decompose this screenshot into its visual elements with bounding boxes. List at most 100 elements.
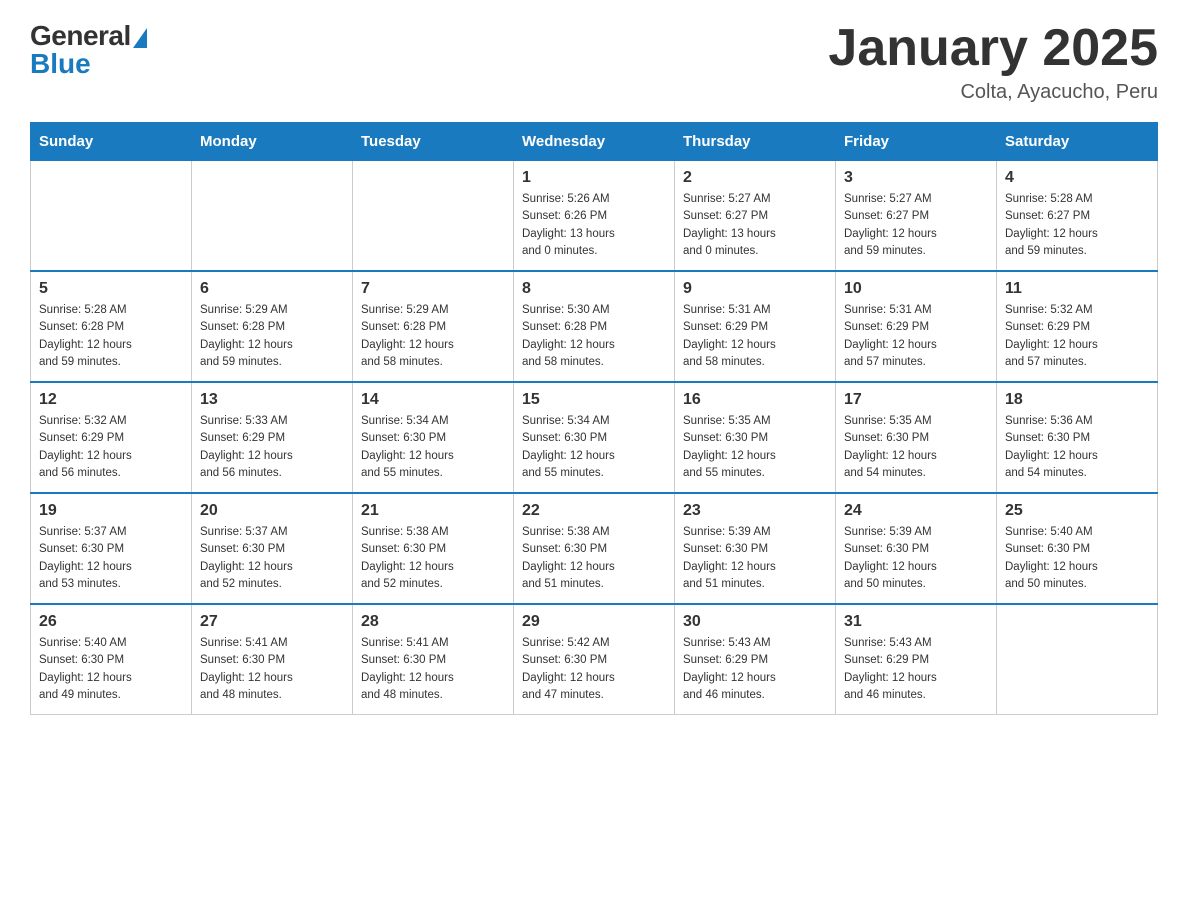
calendar-cell: 6 Sunrise: 5:29 AM Sunset: 6:28 PM Daylig… [192, 271, 353, 382]
day-number: 3 [844, 169, 988, 187]
calendar-week-row: 26 Sunrise: 5:40 AM Sunset: 6:30 PM Dayli… [31, 604, 1158, 715]
day-info: Sunrise: 5:27 AM Sunset: 6:27 PM Dayligh… [683, 191, 827, 260]
day-info: Sunrise: 5:29 AM Sunset: 6:28 PM Dayligh… [361, 302, 505, 371]
day-number: 29 [522, 613, 666, 631]
day-number: 21 [361, 502, 505, 520]
calendar-cell: 7Sunrise: 5:29 AM Sunset: 6:28 PM Daylig… [353, 271, 514, 382]
day-info: Sunrise: 5:40 AM Sunset: 6:30 PM Dayligh… [39, 635, 183, 704]
calendar-cell: 31Sunrise: 5:43 AM Sunset: 6:29 PM Dayli… [836, 604, 997, 715]
day-number: 30 [683, 613, 827, 631]
calendar-cell: 17 Sunrise: 5:35 AM Sunset: 6:30 PM Dayli… [836, 382, 997, 493]
calendar-cell: 25Sunrise: 5:40 AM Sunset: 6:30 PM Dayli… [997, 493, 1158, 604]
day-info: Sunrise: 5:39 AM Sunset: 6:30 PM Dayligh… [683, 524, 827, 593]
day-number: 2 [683, 169, 827, 187]
calendar-cell: 12 Sunrise: 5:32 AM Sunset: 6:29 PM Dayli… [31, 382, 192, 493]
calendar-day-header: Thursday [675, 123, 836, 161]
calendar-cell: 14 Sunrise: 5:34 AM Sunset: 6:30 PM Dayli… [353, 382, 514, 493]
day-number: 20 [200, 502, 344, 520]
calendar-day-header: Monday [192, 123, 353, 161]
calendar-cell: 21 Sunrise: 5:38 AM Sunset: 6:30 PM Dayli… [353, 493, 514, 604]
calendar-cell: 29 Sunrise: 5:42 AM Sunset: 6:30 PM Dayli… [514, 604, 675, 715]
day-info: Sunrise: 5:27 AM Sunset: 6:27 PM Dayligh… [844, 191, 988, 260]
day-info: Sunrise: 5:41 AM Sunset: 6:30 PM Dayligh… [200, 635, 344, 704]
day-info: Sunrise: 5:34 AM Sunset: 6:30 PM Dayligh… [361, 413, 505, 482]
day-info: Sunrise: 5:31 AM Sunset: 6:29 PM Dayligh… [844, 302, 988, 371]
calendar-cell: 23Sunrise: 5:39 AM Sunset: 6:30 PM Dayli… [675, 493, 836, 604]
month-title: January 2025 [828, 20, 1158, 77]
day-number: 19 [39, 502, 183, 520]
logo: General Blue [30, 20, 147, 80]
day-number: 1 [522, 169, 666, 187]
calendar-cell: 4 Sunrise: 5:28 AM Sunset: 6:27 PM Daylig… [997, 161, 1158, 272]
day-info: Sunrise: 5:38 AM Sunset: 6:30 PM Dayligh… [361, 524, 505, 593]
calendar-cell: 16Sunrise: 5:35 AM Sunset: 6:30 PM Dayli… [675, 382, 836, 493]
logo-blue-text: Blue [30, 48, 91, 80]
day-number: 26 [39, 613, 183, 631]
day-info: Sunrise: 5:40 AM Sunset: 6:30 PM Dayligh… [1005, 524, 1149, 593]
calendar-cell: 13 Sunrise: 5:33 AM Sunset: 6:29 PM Dayli… [192, 382, 353, 493]
calendar-cell: 28Sunrise: 5:41 AM Sunset: 6:30 PM Dayli… [353, 604, 514, 715]
day-number: 15 [522, 391, 666, 409]
day-info: Sunrise: 5:38 AM Sunset: 6:30 PM Dayligh… [522, 524, 666, 593]
calendar-cell: 22 Sunrise: 5:38 AM Sunset: 6:30 PM Dayli… [514, 493, 675, 604]
title-area: January 2025 Colta, Ayacucho, Peru [828, 20, 1158, 104]
day-info: Sunrise: 5:32 AM Sunset: 6:29 PM Dayligh… [39, 413, 183, 482]
day-number: 5 [39, 280, 183, 298]
day-number: 28 [361, 613, 505, 631]
day-info: Sunrise: 5:37 AM Sunset: 6:30 PM Dayligh… [200, 524, 344, 593]
calendar-cell: 2 Sunrise: 5:27 AM Sunset: 6:27 PM Daylig… [675, 161, 836, 272]
day-info: Sunrise: 5:42 AM Sunset: 6:30 PM Dayligh… [522, 635, 666, 704]
day-info: Sunrise: 5:39 AM Sunset: 6:30 PM Dayligh… [844, 524, 988, 593]
day-info: Sunrise: 5:33 AM Sunset: 6:29 PM Dayligh… [200, 413, 344, 482]
day-number: 17 [844, 391, 988, 409]
day-info: Sunrise: 5:37 AM Sunset: 6:30 PM Dayligh… [39, 524, 183, 593]
location-text: Colta, Ayacucho, Peru [828, 81, 1158, 104]
calendar-cell: 26 Sunrise: 5:40 AM Sunset: 6:30 PM Dayli… [31, 604, 192, 715]
day-info: Sunrise: 5:35 AM Sunset: 6:30 PM Dayligh… [844, 413, 988, 482]
calendar-cell [192, 161, 353, 272]
day-number: 11 [1005, 280, 1149, 298]
day-number: 9 [683, 280, 827, 298]
calendar-cell: 20 Sunrise: 5:37 AM Sunset: 6:30 PM Dayli… [192, 493, 353, 604]
calendar-cell: 3 Sunrise: 5:27 AM Sunset: 6:27 PM Daylig… [836, 161, 997, 272]
calendar-day-header: Tuesday [353, 123, 514, 161]
day-info: Sunrise: 5:28 AM Sunset: 6:27 PM Dayligh… [1005, 191, 1149, 260]
day-number: 12 [39, 391, 183, 409]
day-number: 6 [200, 280, 344, 298]
calendar-cell: 24 Sunrise: 5:39 AM Sunset: 6:30 PM Dayli… [836, 493, 997, 604]
calendar-cell [997, 604, 1158, 715]
calendar-cell: 27 Sunrise: 5:41 AM Sunset: 6:30 PM Dayli… [192, 604, 353, 715]
day-info: Sunrise: 5:29 AM Sunset: 6:28 PM Dayligh… [200, 302, 344, 371]
calendar-day-header: Friday [836, 123, 997, 161]
calendar-cell: 15 Sunrise: 5:34 AM Sunset: 6:30 PM Dayli… [514, 382, 675, 493]
calendar-week-row: 19 Sunrise: 5:37 AM Sunset: 6:30 PM Dayli… [31, 493, 1158, 604]
day-number: 13 [200, 391, 344, 409]
calendar-cell: 11 Sunrise: 5:32 AM Sunset: 6:29 PM Dayli… [997, 271, 1158, 382]
calendar-day-header: Saturday [997, 123, 1158, 161]
page-header: General Blue January 2025 Colta, Ayacuch… [30, 20, 1158, 104]
calendar-cell: 19 Sunrise: 5:37 AM Sunset: 6:30 PM Dayli… [31, 493, 192, 604]
day-info: Sunrise: 5:35 AM Sunset: 6:30 PM Dayligh… [683, 413, 827, 482]
day-info: Sunrise: 5:34 AM Sunset: 6:30 PM Dayligh… [522, 413, 666, 482]
day-info: Sunrise: 5:32 AM Sunset: 6:29 PM Dayligh… [1005, 302, 1149, 371]
calendar-cell [353, 161, 514, 272]
calendar-cell: 18 Sunrise: 5:36 AM Sunset: 6:30 PM Dayli… [997, 382, 1158, 493]
calendar-week-row: 1Sunrise: 5:26 AM Sunset: 6:26 PM Daylig… [31, 161, 1158, 272]
day-info: Sunrise: 5:36 AM Sunset: 6:30 PM Dayligh… [1005, 413, 1149, 482]
calendar-cell: 30Sunrise: 5:43 AM Sunset: 6:29 PM Dayli… [675, 604, 836, 715]
day-number: 10 [844, 280, 988, 298]
day-info: Sunrise: 5:28 AM Sunset: 6:28 PM Dayligh… [39, 302, 183, 371]
calendar-cell: 8Sunrise: 5:30 AM Sunset: 6:28 PM Daylig… [514, 271, 675, 382]
day-number: 24 [844, 502, 988, 520]
day-number: 22 [522, 502, 666, 520]
calendar-header-row: SundayMondayTuesdayWednesdayThursdayFrid… [31, 123, 1158, 161]
day-number: 14 [361, 391, 505, 409]
calendar-cell: 10 Sunrise: 5:31 AM Sunset: 6:29 PM Dayli… [836, 271, 997, 382]
day-info: Sunrise: 5:43 AM Sunset: 6:29 PM Dayligh… [844, 635, 988, 704]
calendar-week-row: 5 Sunrise: 5:28 AM Sunset: 6:28 PM Daylig… [31, 271, 1158, 382]
day-number: 27 [200, 613, 344, 631]
calendar-day-header: Wednesday [514, 123, 675, 161]
day-number: 4 [1005, 169, 1149, 187]
calendar-week-row: 12 Sunrise: 5:32 AM Sunset: 6:29 PM Dayli… [31, 382, 1158, 493]
day-number: 18 [1005, 391, 1149, 409]
